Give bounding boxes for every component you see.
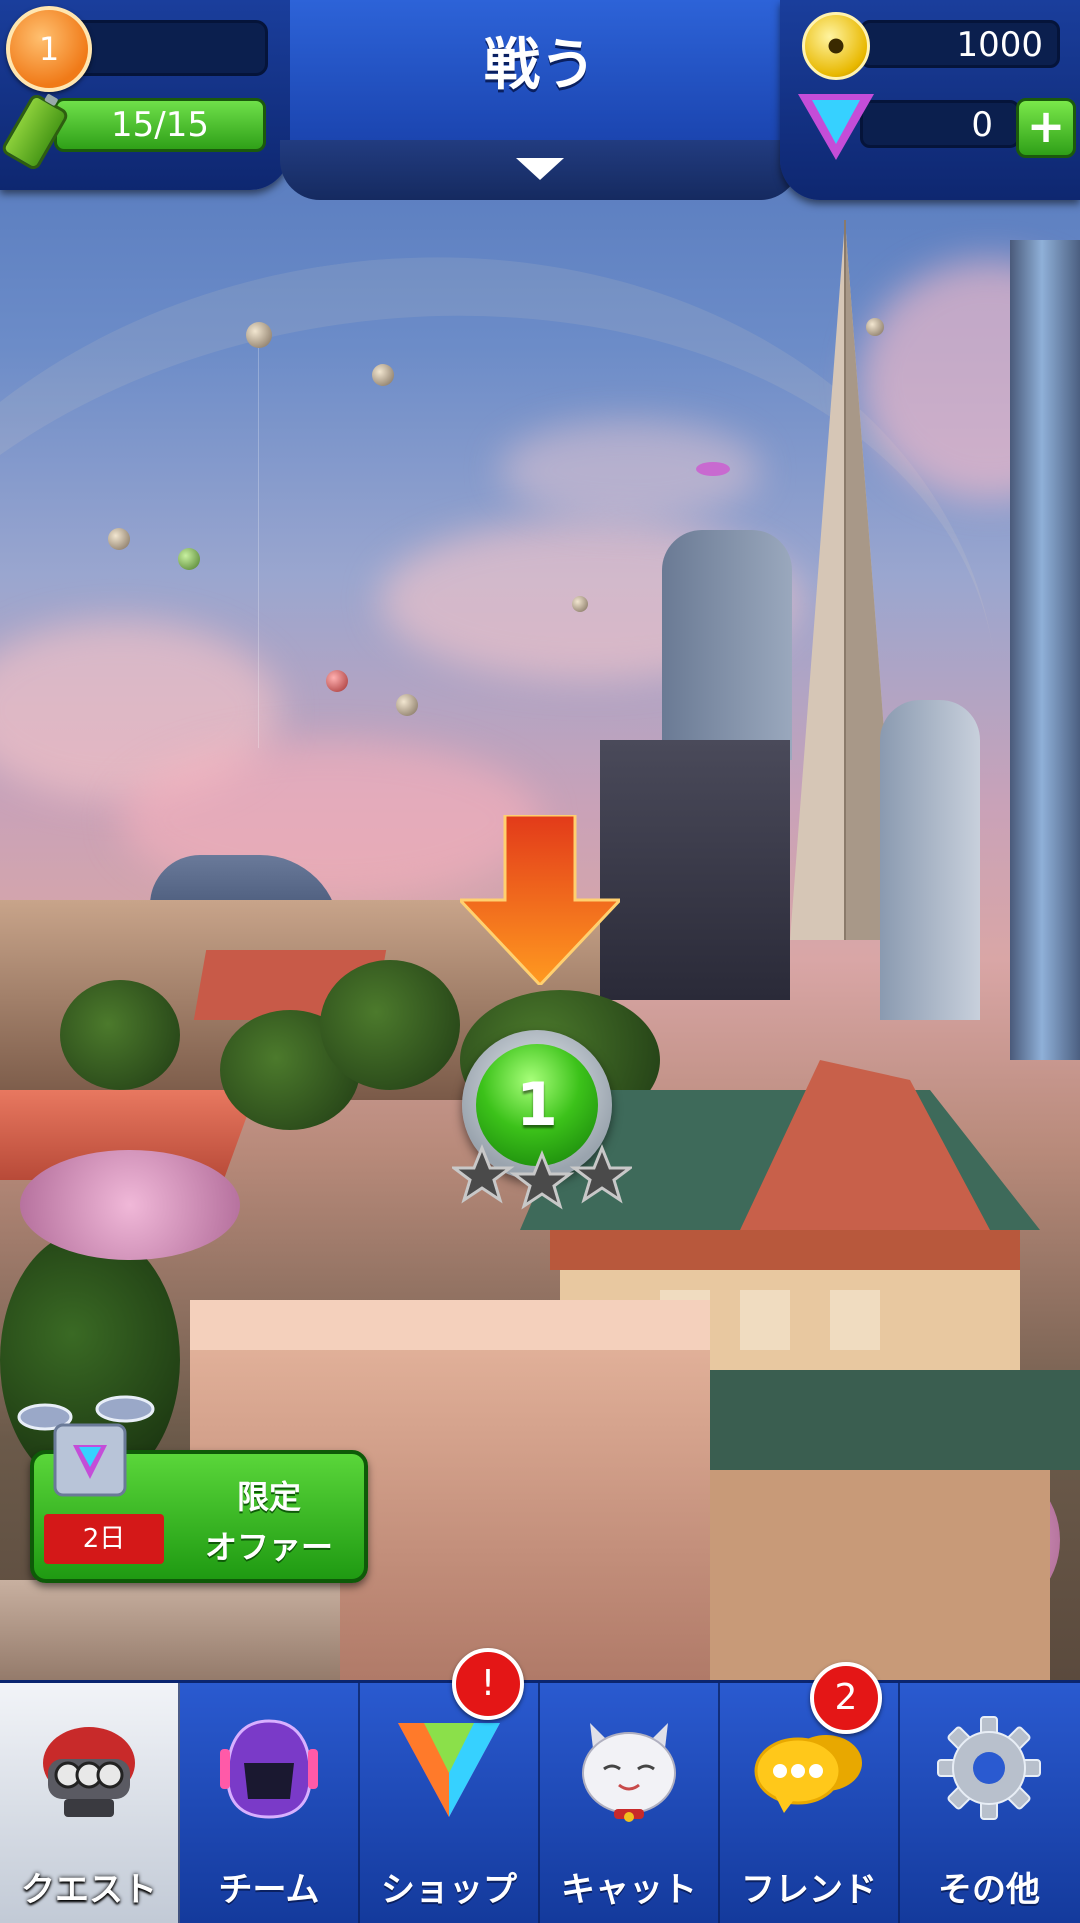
screen-title: 戦う [484, 33, 596, 98]
balloon-string [258, 348, 259, 748]
add-gems-button[interactable]: + [1016, 98, 1076, 158]
balloon [108, 528, 130, 550]
balloon [178, 548, 200, 570]
balloon [372, 364, 394, 386]
tab-quest-label: クエスト [21, 1870, 157, 1910]
current-level-arrow-icon [460, 815, 620, 985]
tab-more-label: その他 [938, 1870, 1040, 1910]
player-level-badge[interactable]: 1 [6, 6, 92, 92]
tower [880, 700, 980, 1020]
tab-shop-label: ショップ [381, 1870, 517, 1910]
tab-friends-label: フレンド [741, 1870, 877, 1910]
friends-notification-badge: 2 [810, 1662, 882, 1734]
coin-counter: 1000 [860, 20, 1060, 68]
gem-counter: 0 [860, 100, 1020, 148]
offer-subtitle: オファー [204, 1528, 333, 1566]
bottom-navigation: クエスト チーム ショップ キャット フレンド その他 [0, 1680, 1080, 1923]
balloon [326, 670, 348, 692]
offer-days-left: 2日 [44, 1514, 164, 1564]
top-bar: 1 15/15 戦う 1000 0 + [0, 0, 1080, 200]
settings-gear-icon [937, 1716, 1041, 1820]
team-helmet-icon [220, 1719, 318, 1819]
dark-building [600, 740, 790, 1000]
glass-tower [1010, 240, 1080, 1060]
tab-cat-label: キャット [561, 1870, 697, 1910]
star-icon [569, 1143, 632, 1204]
balloon [572, 596, 588, 612]
shop-notification-badge: ! [452, 1648, 524, 1720]
building-roof-edge [190, 1300, 710, 1350]
shop-gem-icon [398, 1723, 500, 1817]
tab-more[interactable]: その他 [900, 1683, 1078, 1923]
tab-cat[interactable]: キャット [540, 1683, 720, 1923]
tree [60, 980, 180, 1090]
tab-team[interactable]: チーム [180, 1683, 360, 1923]
energy-bar[interactable]: 15/15 [54, 98, 266, 152]
cat-icon [582, 1723, 676, 1822]
coin-icon [802, 12, 870, 80]
chevron-down-icon[interactable] [516, 158, 564, 180]
offer-title: 限定 [236, 1478, 301, 1516]
cherry-blossom-tree [20, 1150, 240, 1260]
quest-robot-icon [43, 1727, 135, 1817]
star-icon [452, 1143, 515, 1204]
blimp [696, 462, 730, 476]
tab-team-label: チーム [218, 1870, 320, 1910]
gem-icon-highlight [812, 100, 860, 144]
drone-gift-icon [17, 1395, 155, 1497]
balloon [396, 694, 418, 716]
tab-quest[interactable]: クエスト [0, 1683, 180, 1923]
balloon [246, 322, 272, 348]
tab-shop[interactable]: ショップ [360, 1683, 540, 1923]
tree [320, 960, 460, 1090]
star-icon [509, 1149, 575, 1210]
level-stars [452, 1143, 632, 1210]
xp-bar [78, 20, 268, 76]
